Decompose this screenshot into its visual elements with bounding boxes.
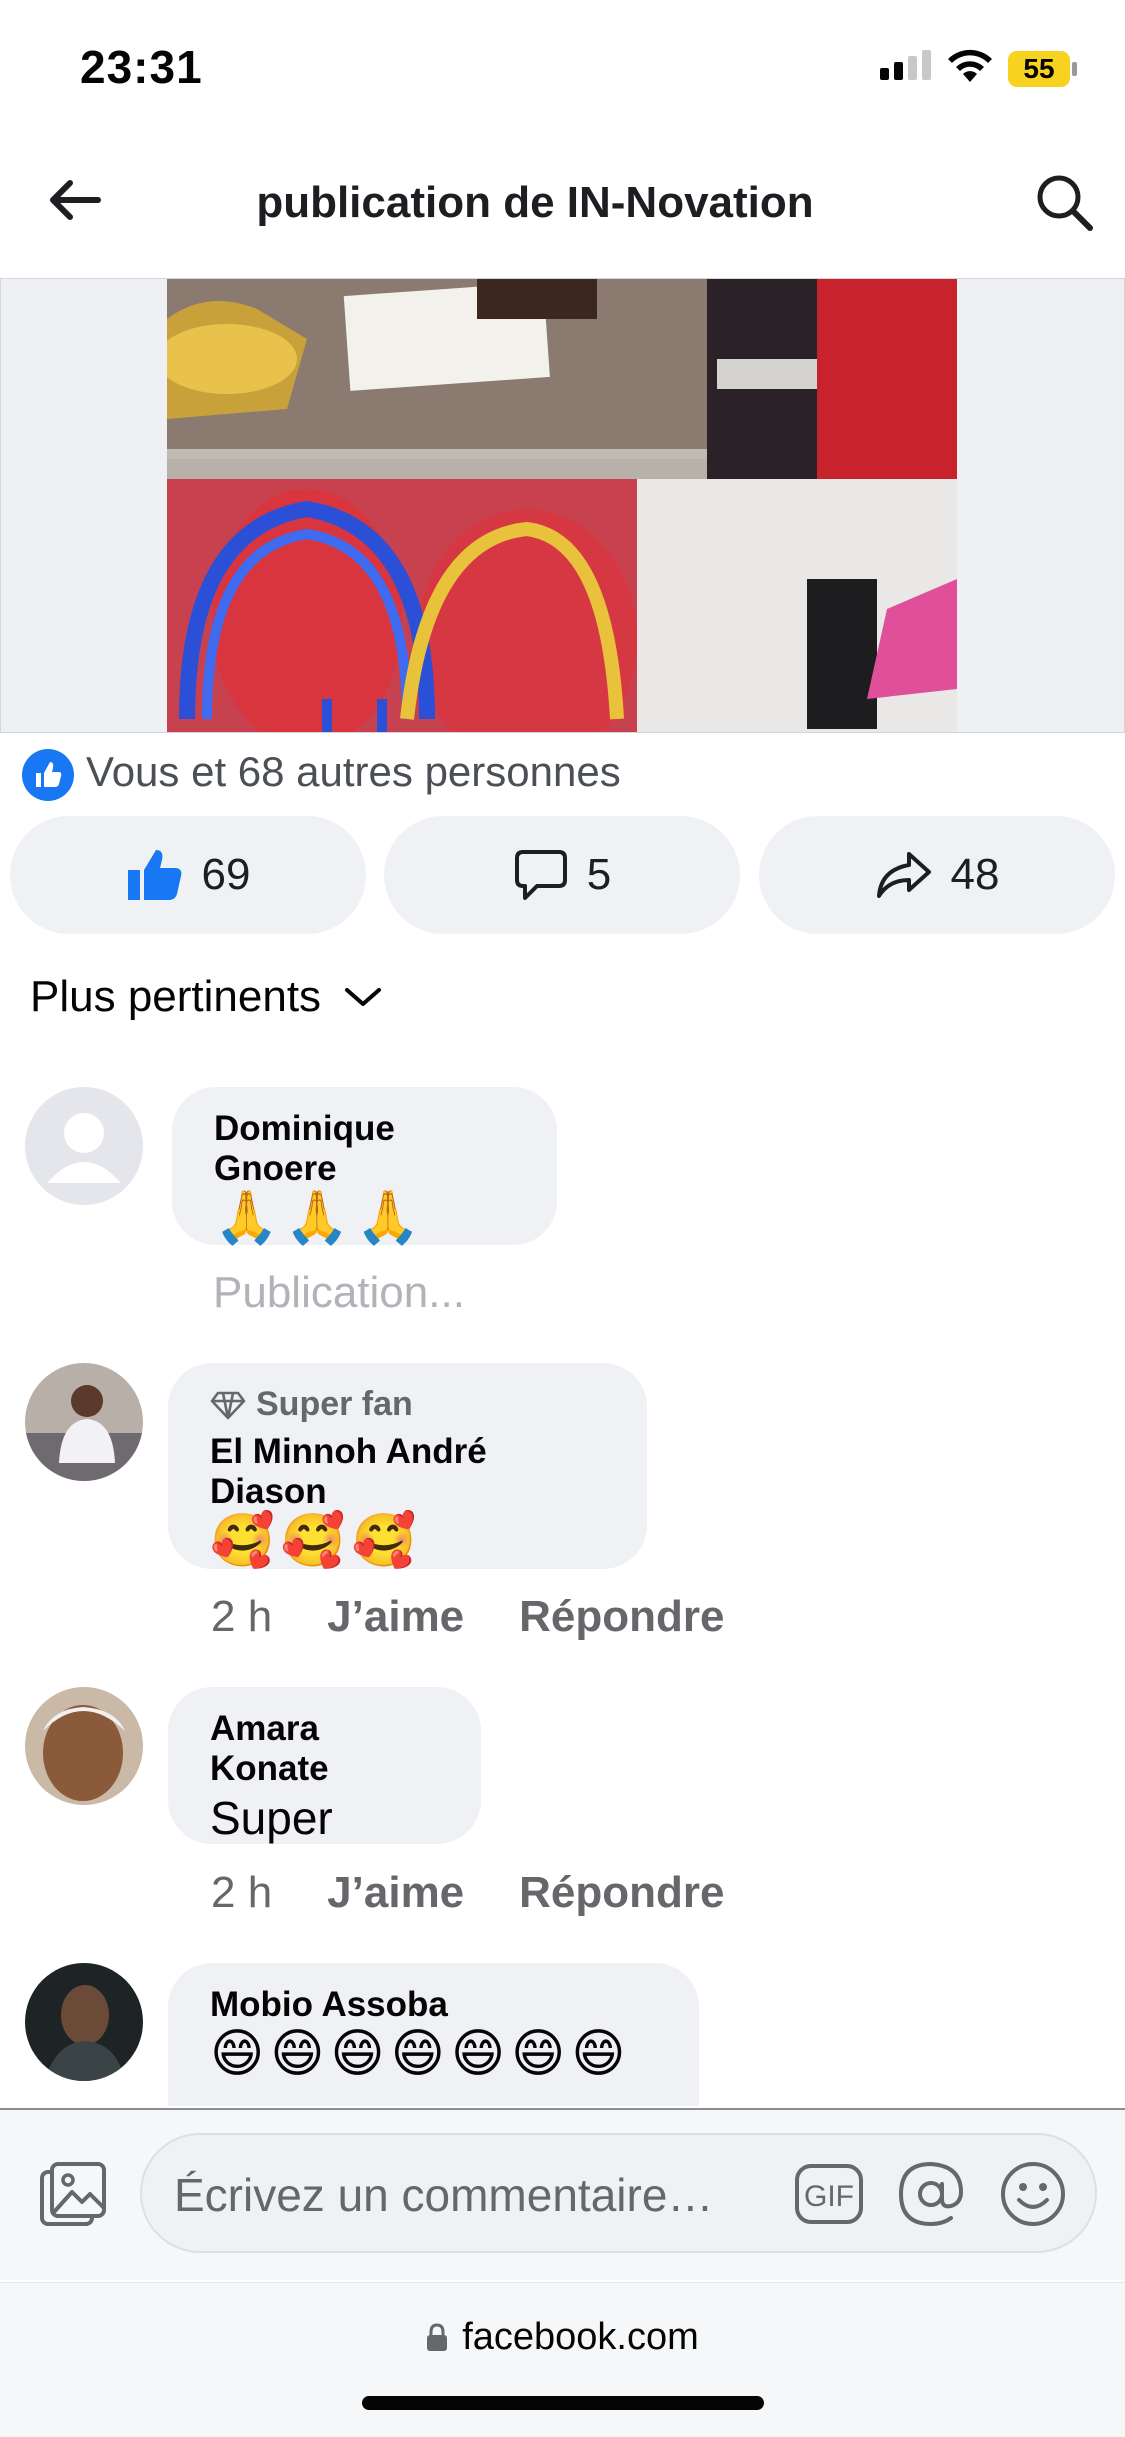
home-indicator[interactable] <box>362 2396 764 2410</box>
gif-label: GIF <box>804 2180 854 2213</box>
avatar[interactable] <box>25 1687 143 1805</box>
mention-icon[interactable] <box>895 2158 967 2230</box>
avatar[interactable] <box>25 1963 143 2081</box>
comment-status: Publication... <box>213 1268 465 1317</box>
avatar-photo <box>25 1687 143 1805</box>
like-count: 69 <box>201 850 251 899</box>
reactions-summary[interactable]: Vous et 68 autres personnes <box>86 748 621 796</box>
comment-time: 2 h <box>211 1868 273 1917</box>
comment-text: 🙏🙏🙏 <box>214 1188 427 1248</box>
photo-gallery-icon[interactable] <box>36 2158 110 2232</box>
comment-count: 5 <box>586 850 612 899</box>
comment-button[interactable]: 5 <box>384 816 740 934</box>
browser-bar <box>0 2282 1125 2437</box>
gif-button[interactable]: GIF <box>793 2160 865 2228</box>
default-avatar-icon <box>25 1087 143 1205</box>
comment-bubble[interactable]: Super fan El Minnoh André Diason 🥰🥰🥰 <box>168 1363 647 1571</box>
share-arrow-icon <box>876 852 931 898</box>
comment-bubble[interactable]: Dominique Gnoere 🙏🙏🙏 <box>172 1087 557 1248</box>
battery-icon: 55 <box>1008 51 1077 87</box>
comment-author[interactable]: Mobio Assoba <box>210 1985 659 2025</box>
like-reaction-icon <box>22 749 74 801</box>
comment-input-placeholder[interactable]: Écrivez un commentaire… <box>174 2168 713 2222</box>
comment-bubble-icon <box>514 850 567 900</box>
like-button[interactable]: 69 <box>10 816 366 934</box>
reply-button[interactable]: Répondre <box>519 1868 724 1918</box>
like-comment-button[interactable]: J’aime <box>327 1868 464 1918</box>
page-title: publication de IN-Novation <box>256 178 814 227</box>
sort-dropdown[interactable]: Plus pertinents <box>30 972 383 1022</box>
thumbs-up-icon <box>127 850 181 900</box>
wifi-icon <box>948 49 992 82</box>
address-bar[interactable]: facebook.com <box>0 2316 1125 2359</box>
sort-label: Plus pertinents <box>30 972 322 1021</box>
avatar-photo <box>25 1963 143 2081</box>
reply-button[interactable]: Répondre <box>519 1592 724 1642</box>
comment-bubble[interactable]: Amara Konate Super <box>168 1687 481 1844</box>
comment-author[interactable]: Amara Konate <box>210 1709 441 1789</box>
badge-label: Super fan <box>256 1385 413 1423</box>
avatar[interactable] <box>25 1363 143 1481</box>
comment-time: 2 h <box>211 1592 273 1641</box>
super-fan-badge: Super fan <box>210 1385 607 1424</box>
comment-text: 😄😄😄😄😄😄😄 <box>210 2024 632 2084</box>
post-photo[interactable] <box>167 279 957 732</box>
comment-text: 🥰🥰🥰 <box>210 1511 423 1571</box>
comment-text: Super <box>210 1792 333 1844</box>
comment-author[interactable]: El Minnoh André Diason <box>210 1432 607 1512</box>
comment-bubble[interactable]: Mobio Assoba 😄😄😄😄😄😄😄 <box>168 1963 699 2106</box>
composer-divider <box>0 2108 1125 2110</box>
comment-actions: 2 h J’aime Répondre <box>211 1592 725 1642</box>
search-icon[interactable] <box>1030 168 1100 238</box>
lock-icon <box>427 2322 448 2351</box>
emoji-icon[interactable] <box>997 2158 1069 2230</box>
url-text: facebook.com <box>462 2316 699 2358</box>
share-count: 48 <box>950 850 1000 899</box>
share-button[interactable]: 48 <box>759 816 1115 934</box>
comment-actions: 2 h J’aime Répondre <box>211 1868 725 1918</box>
avatar-photo <box>25 1363 143 1481</box>
chevron-down-icon <box>345 988 382 1006</box>
comment-author[interactable]: Dominique Gnoere <box>214 1109 517 1189</box>
like-comment-button[interactable]: J’aime <box>327 1592 464 1642</box>
cellular-signal-icon <box>880 50 931 80</box>
avatar[interactable] <box>25 1087 143 1205</box>
status-time: 23:31 <box>80 41 203 93</box>
back-arrow-icon[interactable] <box>40 170 110 230</box>
diamond-icon <box>210 1391 246 1419</box>
battery-level: 55 <box>1023 53 1054 84</box>
